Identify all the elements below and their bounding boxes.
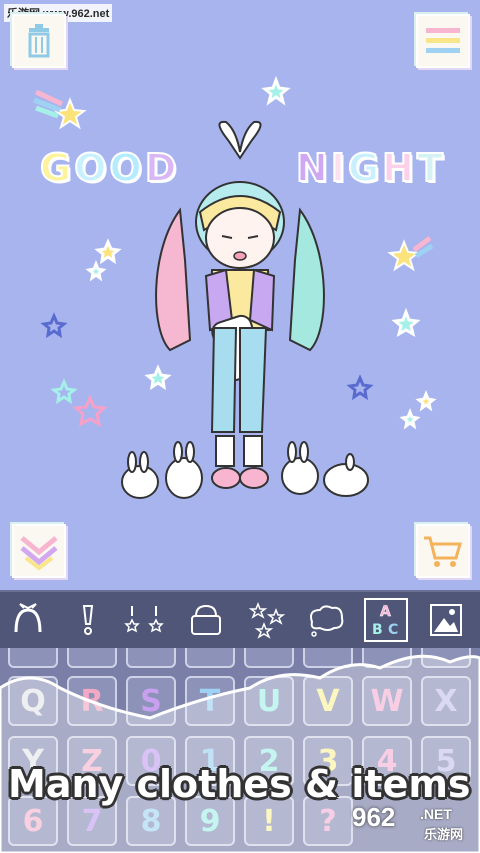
key-W[interactable]: W [362,676,412,726]
letters-icon: A B C [372,604,398,638]
bag-icon [191,604,221,635]
speech-bubble-icon [310,605,344,637]
category-toolbar: A B C [0,590,480,650]
key-partial[interactable] [126,648,176,668]
key-partial[interactable] [244,648,294,668]
dressup-scene: 乐游网 www.962.net [0,0,480,590]
logo-net: .NET [420,806,452,822]
site-logo: 962 .NET 乐游网 [352,802,474,846]
key-S[interactable]: S [126,676,176,726]
tool-stars[interactable] [244,598,288,642]
key-partial[interactable] [303,648,353,668]
svg-text:B: B [372,622,383,638]
picture-icon [430,604,462,636]
headband-icon [14,603,42,633]
tool-speech[interactable] [304,598,348,642]
earrings-icon [124,606,164,633]
svg-text:C: C [388,622,398,638]
decorations [33,75,437,499]
key-partial[interactable] [185,648,235,668]
stars-icon [248,601,286,639]
shooting-star-icon [387,236,434,272]
key-partial[interactable] [67,648,117,668]
key-partial[interactable] [421,648,471,668]
key-partial[interactable] [8,648,58,668]
tool-headband[interactable] [6,598,50,642]
key-R[interactable]: R [67,676,117,726]
svg-text:A: A [380,604,391,620]
key-U[interactable]: U [244,676,294,726]
key-partial[interactable] [362,648,412,668]
logo-cn: 乐游网 [424,828,464,843]
tool-earrings[interactable] [122,598,166,642]
shooting-star-icon [33,89,87,130]
promo-caption: Many clothes & items [8,762,471,806]
tool-bag[interactable] [184,598,228,642]
tool-exclamation[interactable] [66,598,110,642]
logo-number: 962 [352,802,396,832]
exclamation-icon [82,605,94,635]
key-T[interactable]: T [185,676,235,726]
key-Q[interactable]: Q [8,676,58,726]
key-V[interactable]: V [303,676,353,726]
tool-background[interactable] [424,598,468,642]
tool-letters[interactable]: A B C [364,598,408,642]
key-X[interactable]: X [421,676,471,726]
character-figure [155,120,325,489]
